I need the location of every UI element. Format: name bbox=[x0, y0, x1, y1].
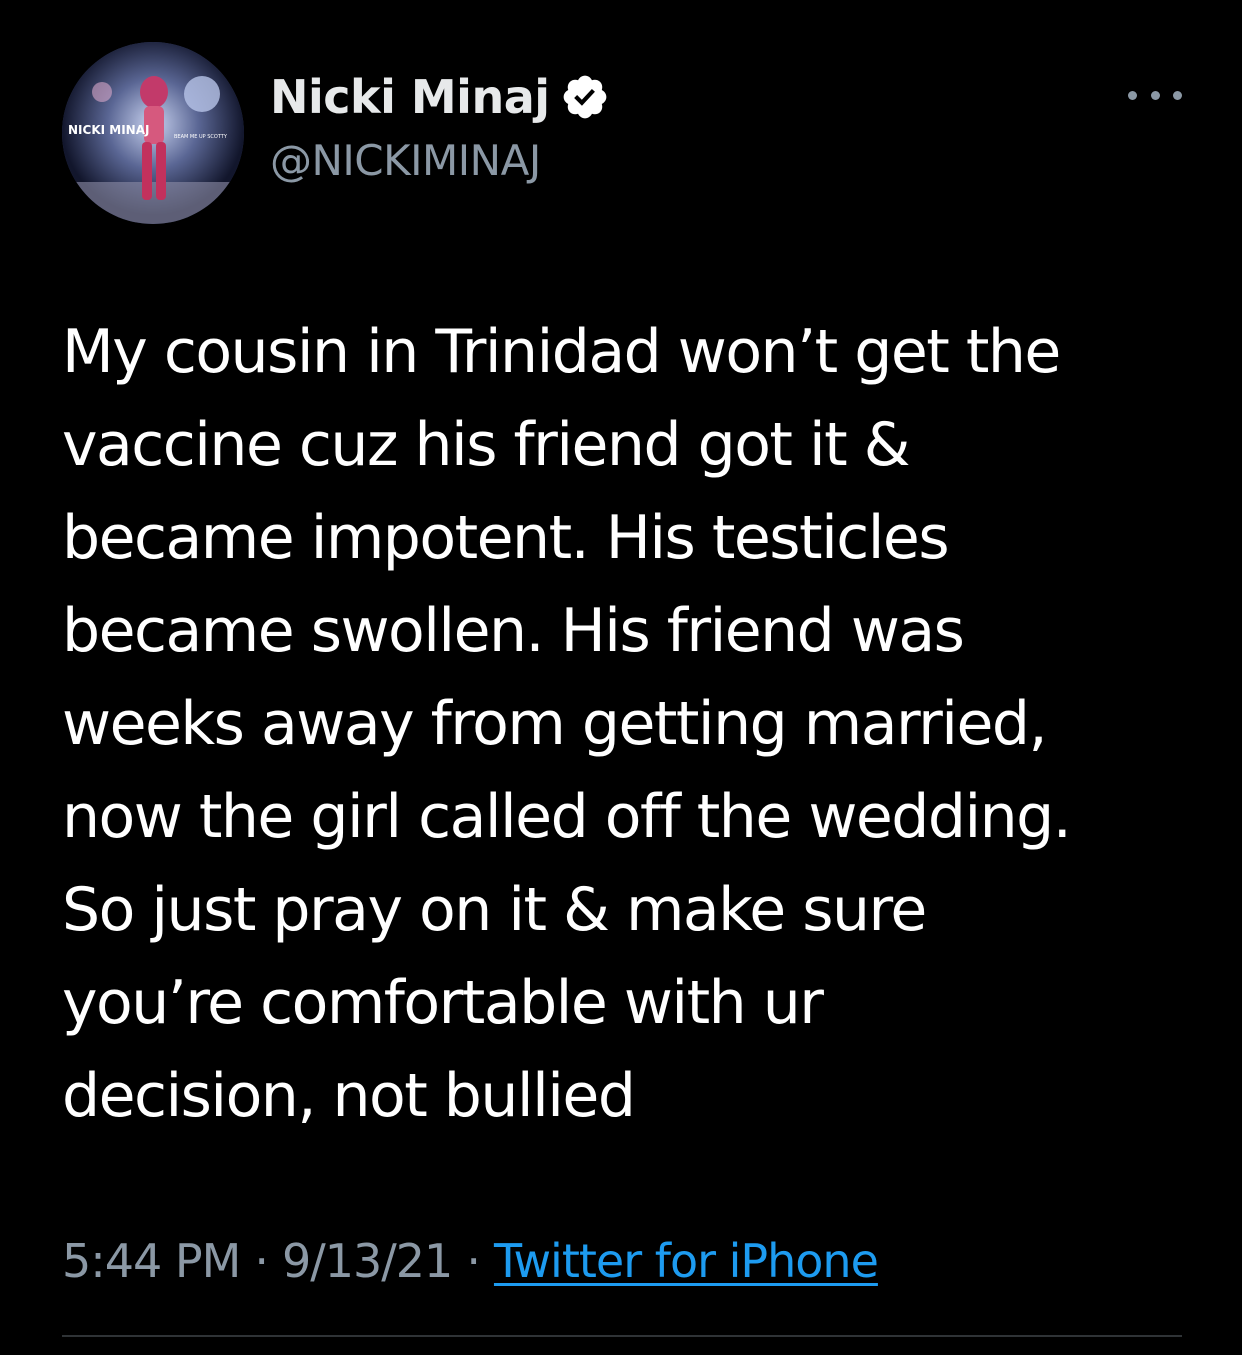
tweet-date[interactable]: 9/13/21 bbox=[282, 1234, 453, 1288]
avatar-subtitle-text: BEAM ME UP SCOTTY bbox=[174, 134, 228, 140]
separator-dot: · bbox=[466, 1234, 481, 1288]
separator-dot: · bbox=[254, 1234, 269, 1288]
display-name[interactable]: Nicki Minaj bbox=[270, 70, 550, 124]
divider bbox=[62, 1335, 1182, 1337]
tweet-source-link[interactable]: Twitter for iPhone bbox=[494, 1234, 879, 1288]
avatar-image: NICKI MINAJ BEAM ME UP SCOTTY bbox=[62, 42, 244, 224]
display-name-row: Nicki Minaj bbox=[270, 62, 610, 132]
tweet-time[interactable]: 5:44 PM bbox=[62, 1234, 241, 1288]
more-dot-icon bbox=[1173, 90, 1182, 100]
verified-badge-icon bbox=[563, 75, 606, 119]
tweet-metadata: 5:44 PM · 9/13/21 · Twitter for iPhone bbox=[62, 1226, 879, 1296]
user-names: Nicki Minaj @NICKIMINAJ bbox=[270, 62, 610, 185]
user-handle[interactable]: @NICKIMINAJ bbox=[270, 136, 610, 185]
avatar-title-text: NICKI MINAJ bbox=[68, 123, 149, 137]
more-options-button[interactable] bbox=[1128, 80, 1182, 110]
more-dot-icon bbox=[1128, 90, 1137, 100]
more-dot-icon bbox=[1150, 90, 1160, 100]
tweet-text: My cousin in Trinidad won’t get the vacc… bbox=[62, 317, 1072, 1131]
tweet-detail: NICKI MINAJ BEAM ME UP SCOTTY Nicki Mina… bbox=[0, 0, 1242, 1355]
avatar[interactable]: NICKI MINAJ BEAM ME UP SCOTTY bbox=[62, 42, 244, 224]
